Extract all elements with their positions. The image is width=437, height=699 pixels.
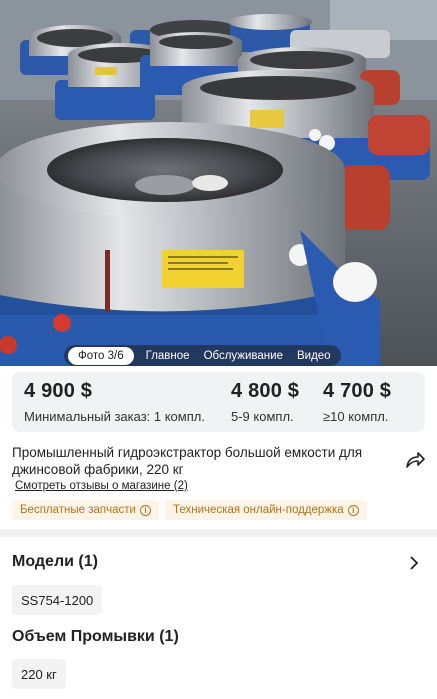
badge-label: Техническая онлайн-поддержка (172, 504, 344, 516)
models-heading[interactable]: Модели (1) (12, 553, 98, 571)
tab-photo[interactable]: Фото 3/6 (68, 346, 134, 365)
info-icon: i (347, 504, 359, 516)
product-photo[interactable]: Фото 3/6 Главное Обслуживание Видео (0, 0, 437, 366)
tab-video[interactable]: Видео (297, 350, 331, 362)
badge-label: Бесплатные запчасти (20, 504, 136, 516)
info-icon: i (139, 504, 151, 516)
badge-online-support[interactable]: Техническая онлайн-поддержка i (164, 500, 367, 520)
price-quantity: Минимальный заказ: 1 компл. (24, 409, 205, 424)
photo-illustration (0, 0, 437, 366)
price-quantity: ≥10 компл. (323, 409, 389, 424)
price-tier-1: 4 900 $ Минимальный заказ: 1 компл. (24, 380, 205, 424)
chevron-right-icon[interactable] (408, 556, 420, 570)
price-tier-3: 4 700 $ ≥10 компл. (323, 380, 391, 424)
product-title: Промышленный гидроэкстрактор большой емк… (12, 445, 363, 477)
capacity-heading: Объем Промывки (1) (12, 628, 179, 645)
price-value: 4 700 $ (323, 380, 392, 402)
price-quantity: 5-9 компл. (231, 409, 294, 424)
store-reviews-link[interactable]: Смотреть отзывы о магазине (2) (15, 480, 188, 492)
share-icon[interactable] (404, 450, 426, 470)
model-option[interactable]: SS754-1200 (12, 585, 103, 615)
section-divider (0, 529, 437, 537)
tab-main[interactable]: Главное (146, 350, 190, 362)
tab-service[interactable]: Обслуживание (204, 350, 283, 362)
price-value: 4 800 $ (231, 380, 300, 402)
price-tiers: 4 900 $ Минимальный заказ: 1 компл. 4 80… (12, 372, 425, 432)
service-badges: Бесплатные запчасти i Техническая онлайн… (12, 500, 373, 520)
price-tier-2: 4 800 $ 5-9 компл. (231, 380, 299, 424)
capacity-option[interactable]: 220 кг (12, 659, 66, 689)
photo-tabs: Фото 3/6 Главное Обслуживание Видео (64, 345, 341, 366)
price-value: 4 900 $ (24, 380, 93, 402)
badge-free-parts[interactable]: Бесплатные запчасти i (12, 500, 159, 520)
